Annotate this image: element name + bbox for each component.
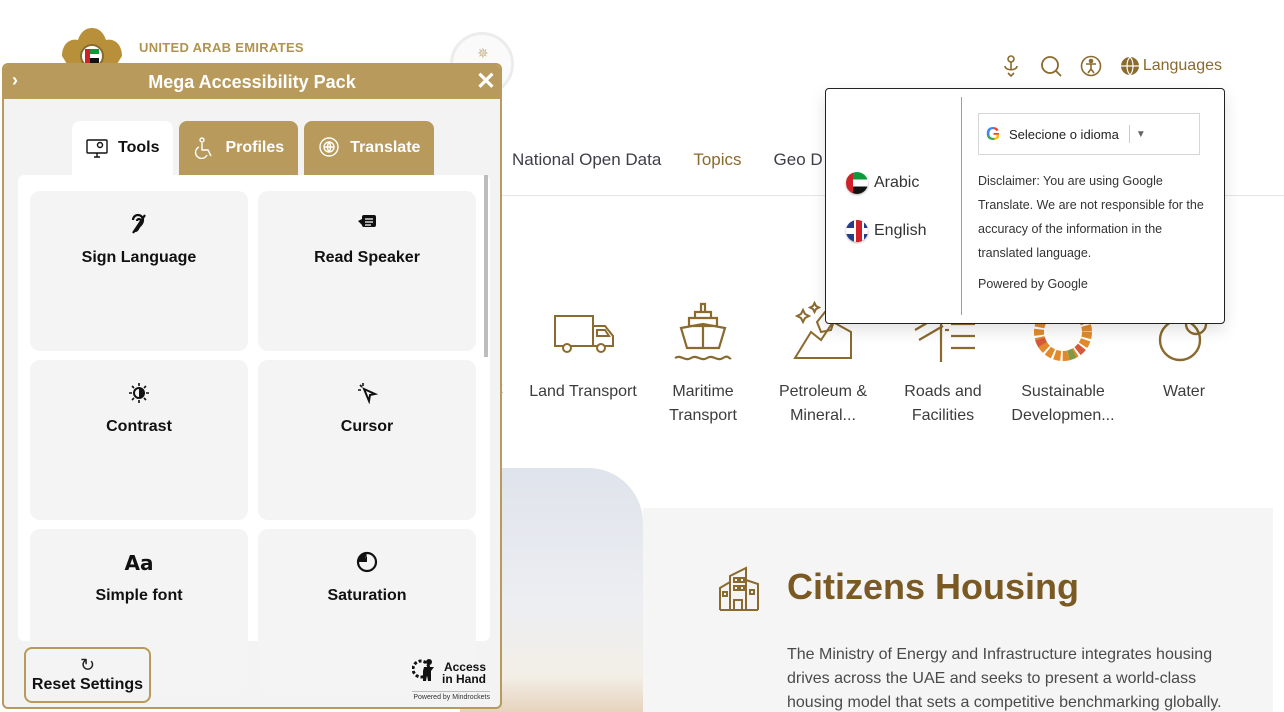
tool-read-speaker[interactable]: Read Speaker [258, 191, 476, 351]
monitor-gear-icon [86, 139, 108, 158]
uae-logo-text: UNITED ARAB EMIRATES [139, 40, 304, 55]
topic-land-transport[interactable]: Land Transport [523, 300, 643, 404]
close-icon[interactable]: ✕ [476, 67, 496, 96]
panel-title: Mega Accessibility Pack [148, 72, 356, 92]
housing-description: The Ministry of Energy and Infrastructur… [787, 646, 1222, 711]
saturation-icon [258, 551, 476, 577]
nav-topics[interactable]: Topics [693, 150, 741, 170]
language-label: Arabic [874, 174, 920, 191]
google-translate-select[interactable]: G Selecione o idioma ▼ [978, 113, 1200, 155]
ear-icon [30, 213, 248, 239]
tab-profiles[interactable]: Profiles [179, 121, 299, 175]
cursor-icon [258, 382, 476, 408]
accessibility-icon[interactable] [1080, 55, 1102, 77]
housing-title: Citizens Housing [787, 566, 1080, 607]
sign-language-icon[interactable] [1000, 55, 1022, 77]
tab-translate[interactable]: Translate [304, 121, 435, 175]
reset-settings-button[interactable]: ↻ Reset Settings [24, 647, 151, 703]
main-nav: National Open Data Topics Geo D [512, 150, 823, 170]
speaker-icon [258, 213, 476, 239]
language-dropdown: Arabic English G Selecione o idioma ▼ Di… [825, 88, 1225, 324]
access-in-hand-icon [411, 657, 438, 689]
search-icon[interactable] [1040, 55, 1062, 77]
contrast-icon [30, 382, 248, 408]
font-icon: Aa [124, 551, 154, 575]
tool-sign-language[interactable]: Sign Language [30, 191, 248, 351]
translate-select-value: Selecione o idioma [1009, 126, 1119, 142]
tool-label: Cursor [340, 418, 394, 435]
header-actions: Languages [1000, 55, 1222, 77]
topic-label: Maritime Transport [669, 383, 737, 424]
tool-label: Simple font [95, 587, 183, 604]
topic-label: Petroleum & Mineral... [778, 383, 868, 424]
tool-label: Sign Language [81, 249, 197, 266]
tool-label: Saturation [327, 587, 407, 604]
truck-icon [554, 315, 614, 353]
tools-grid: Sign Language Read Speaker Contrast Curs… [18, 175, 490, 689]
topic-label: Sustainable Developmen... [1011, 383, 1115, 424]
reset-icon: ↻ [79, 655, 96, 675]
tab-label: Profiles [225, 139, 285, 156]
language-option-english[interactable]: English [846, 219, 926, 243]
language-divider [961, 97, 962, 315]
select-separator [1128, 125, 1130, 143]
translate-disclaimer: Disclaimer: You are using Google Transla… [978, 174, 1204, 260]
accessibility-panel: › Mega Accessibility Pack ✕ Tools Profil… [2, 63, 502, 709]
powered-by-google: Powered by Google [978, 277, 1088, 291]
tool-contrast[interactable]: Contrast [30, 360, 248, 520]
access-in-hand-logo[interactable]: Access in Hand Powered by Mindrockets [411, 657, 490, 701]
language-list: Arabic English [846, 171, 926, 267]
tab-label: Translate [350, 139, 421, 156]
tool-label: Read Speaker [314, 249, 420, 266]
dropdown-arrow-icon: ▼ [1135, 128, 1146, 140]
language-option-arabic[interactable]: Arabic [846, 171, 926, 195]
language-label: English [874, 222, 927, 239]
nav-national-open-data[interactable]: National Open Data [512, 150, 661, 170]
tool-label: Contrast [106, 418, 172, 435]
languages-label: Languages [1142, 57, 1222, 74]
brand-subtitle: Powered by Mindrockets [412, 691, 490, 701]
topic-label: Roads and Facilities [904, 383, 982, 424]
tool-cursor[interactable]: Cursor [258, 360, 476, 520]
reset-label: Reset Settings [31, 676, 144, 693]
uae-flag-icon [846, 172, 868, 194]
uk-flag-icon [846, 220, 868, 242]
nav-geo-data[interactable]: Geo D [774, 150, 823, 170]
tools-scrollbar[interactable] [484, 175, 488, 357]
topic-maritime-transport[interactable]: Maritime Transport [643, 300, 763, 428]
globe-icon [1120, 56, 1139, 76]
ship-icon [674, 302, 732, 361]
brand-line-2: in Hand [442, 672, 486, 686]
building-icon [719, 566, 759, 611]
panel-tabs: Tools Profiles Translate [72, 121, 435, 175]
tab-tools[interactable]: Tools [72, 121, 174, 175]
languages-button[interactable]: Languages [1120, 56, 1222, 76]
globe-chat-icon [319, 137, 339, 157]
wheelchair-icon [195, 137, 213, 159]
tab-label: Tools [118, 139, 160, 156]
topic-label: Water [1162, 383, 1206, 400]
panel-header: › Mega Accessibility Pack ✕ [4, 65, 500, 99]
topic-label: Land Transport [529, 383, 637, 400]
google-logo-icon: G [983, 124, 1003, 145]
